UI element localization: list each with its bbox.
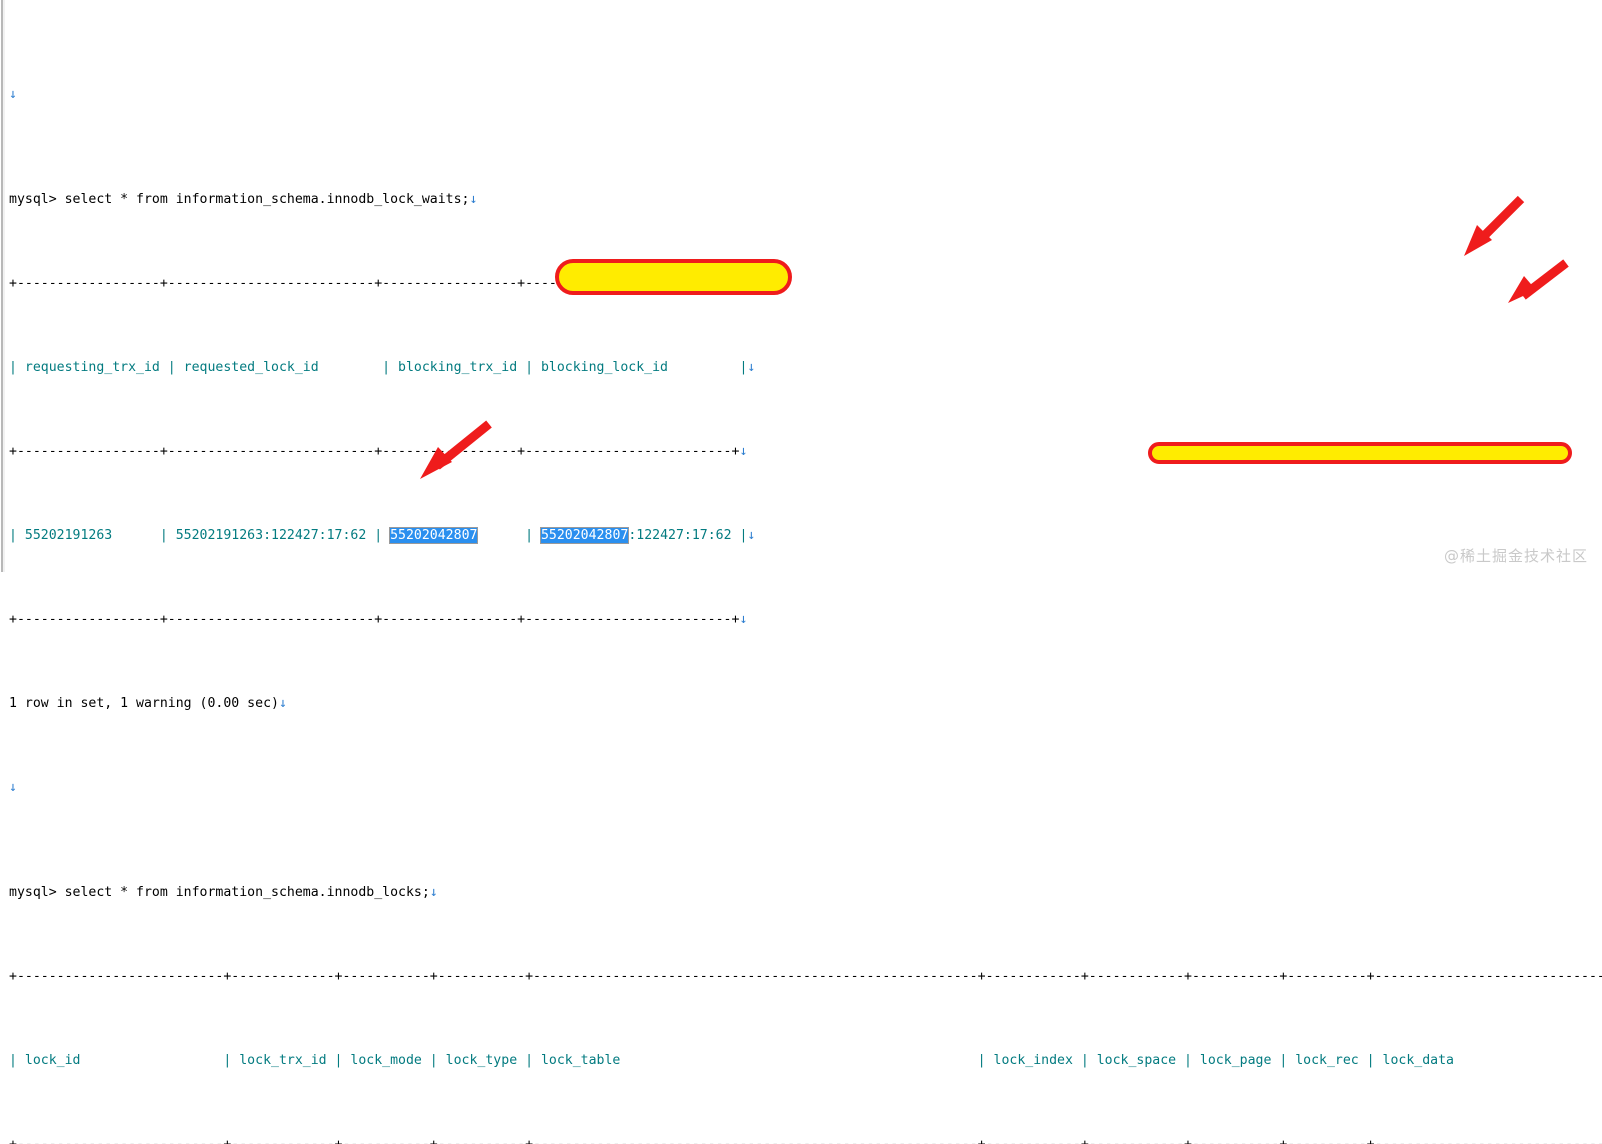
cell-gap: | — [477, 528, 541, 543]
window-left-edge — [0, 0, 7, 572]
newline-glyph: ↓ — [9, 87, 17, 102]
table-rule-mid: +------------------+--------------------… — [9, 441, 1602, 462]
command-text: mysql> select * from information_schema.… — [9, 885, 430, 900]
newline-glyph: ↓ — [747, 528, 756, 543]
command-line-locks: mysql> select * from information_schema.… — [9, 882, 1602, 903]
terminal-output[interactable]: ↓ mysql> select * from information_schem… — [9, 0, 1602, 1144]
newline-glyph: ↓ — [9, 780, 17, 795]
newline-glyph: ↓ — [739, 612, 748, 627]
table-rule-mid: +--------------------------+------------… — [9, 1134, 1602, 1144]
table-rule-bottom: +------------------+--------------------… — [9, 609, 1602, 630]
status-text: 1 row in set, 1 warning (0.00 sec) — [9, 696, 279, 711]
newline-glyph: ↓ — [429, 885, 438, 900]
newline-glyph: ↓ — [469, 192, 478, 207]
command-line-lock-waits: mysql> select * from information_schema.… — [9, 189, 1602, 210]
table-header-locks: | lock_id | lock_trx_id | lock_mode | lo… — [9, 1050, 1602, 1071]
rule-text: +------------------+--------------------… — [9, 612, 740, 627]
table-rule-top: +--------------------------+------------… — [9, 966, 1602, 987]
newline-glyph: ↓ — [739, 276, 748, 291]
cell-blocking-trx-id-selected[interactable]: 55202042807 — [390, 528, 478, 543]
table-rule-top: +------------------+--------------------… — [9, 273, 1602, 294]
header-text: | lock_id | lock_trx_id | lock_mode | lo… — [9, 1053, 1602, 1068]
newline-glyph: ↓ — [747, 360, 756, 375]
rule-text: +------------------+--------------------… — [9, 444, 740, 459]
output-line-newline-marker: ↓ — [9, 84, 1602, 105]
rule-text: +--------------------------+------------… — [9, 1137, 1602, 1144]
cell-blocking-lock-id-selected[interactable]: 55202042807 — [540, 528, 629, 543]
watermark-text: @稀土掘金技术社区 — [1443, 547, 1588, 565]
newline-glyph: ↓ — [278, 696, 287, 711]
blank-line: ↓ — [9, 777, 1602, 798]
cell-blocking-lock-id-rest: :122427:17:62 | — [628, 528, 748, 543]
rule-text: +--------------------------+------------… — [9, 969, 1602, 984]
newline-glyph: ↓ — [739, 444, 748, 459]
status-line-lock-waits: 1 row in set, 1 warning (0.00 sec)↓ — [9, 693, 1602, 714]
table-row[interactable]: | 55202191263 | 55202191263:122427:17:62… — [9, 525, 1602, 546]
header-text: | requesting_trx_id | requested_lock_id … — [9, 360, 748, 375]
command-text: mysql> select * from information_schema.… — [9, 192, 470, 207]
rule-text: +------------------+--------------------… — [9, 276, 740, 291]
table-header-lock-waits: | requesting_trx_id | requested_lock_id … — [9, 357, 1602, 378]
cell-requesting-trx-id: | 55202191263 | 55202191263:122427:17:62… — [9, 528, 391, 543]
